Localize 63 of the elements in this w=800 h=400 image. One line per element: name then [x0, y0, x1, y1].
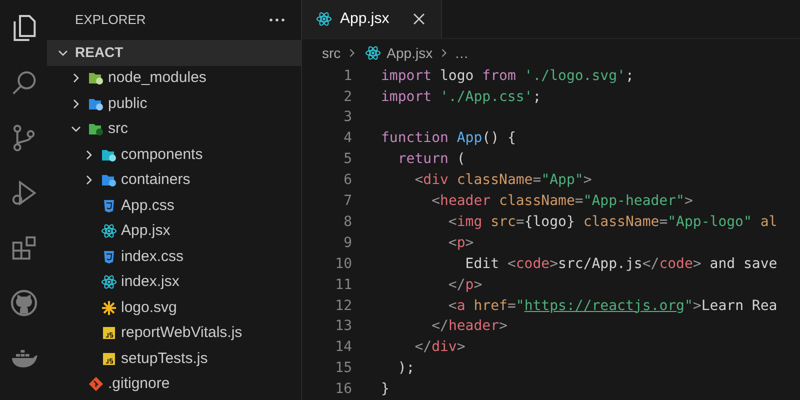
css-icon [101, 198, 117, 214]
react-icon [101, 274, 117, 290]
line-number: 1 [342, 66, 352, 86]
line-number: 12 [334, 296, 352, 316]
code-line: return ( [396, 150, 466, 170]
react-icon [364, 45, 381, 61]
line-number: 3 [342, 108, 352, 128]
code-line: <img src={logo} className="App-logo" al [447, 212, 778, 232]
tree-item[interactable]: setupTests.js [47, 346, 301, 372]
more-icon[interactable] [269, 18, 285, 22]
tree-item[interactable]: node_modules [47, 66, 301, 91]
folder-icon [88, 121, 104, 138]
code-line: ); [396, 359, 415, 378]
line-number: 8 [342, 212, 352, 232]
tree-item[interactable]: .gitignore [47, 372, 301, 397]
tree-item[interactable]: containers [47, 168, 301, 193]
editor-tab[interactable]: App.jsx [302, 0, 442, 38]
js-file-icon [101, 325, 117, 342]
folder-icon [101, 172, 117, 188]
line-number: 15 [334, 359, 352, 378]
js-file-icon [101, 350, 117, 367]
code-line: </p> [447, 276, 482, 295]
line-number: 13 [334, 317, 352, 336]
code-line: <a href="https://reactjs.org">Learn Rea [447, 296, 778, 316]
tree-item[interactable]: src [47, 116, 301, 142]
line-number: 14 [334, 338, 352, 358]
line-number: 11 [334, 276, 352, 295]
asterisk-icon [101, 300, 117, 316]
explorer-title: EXPLORER [75, 11, 146, 30]
code-line: </div> [414, 338, 466, 358]
line-number: 4 [342, 129, 352, 148]
tree-item[interactable]: App.css [47, 193, 301, 218]
breadcrumb-item[interactable]: src [322, 42, 341, 64]
line-number: 6 [342, 171, 352, 190]
code-line: function App() { [381, 129, 516, 148]
code-line: import logo from './logo.svg'; [381, 66, 634, 86]
breadcrumb-item[interactable]: App.jsx [386, 42, 433, 64]
tree-item[interactable]: public [47, 91, 301, 116]
react-icon [316, 11, 332, 28]
line-number: 9 [342, 234, 352, 253]
react-icon [101, 223, 117, 240]
tree-item[interactable]: index.css [47, 244, 301, 270]
tree-item[interactable]: logo.svg [47, 295, 301, 320]
code-line: import './App.css'; [381, 88, 542, 107]
line-number: 16 [334, 380, 352, 400]
line-number: 5 [342, 150, 352, 170]
code-line: <div className="App"> [414, 171, 592, 190]
tree-item[interactable]: App.jsx [47, 218, 301, 244]
tree-item[interactable]: reportWebVitals.js [47, 320, 301, 346]
line-number: 2 [342, 88, 352, 107]
code-line: } [381, 380, 390, 400]
css-icon [101, 248, 117, 265]
tree-item[interactable]: index.jsx [47, 270, 301, 295]
workspace-header[interactable]: REACT [47, 40, 301, 66]
breadcrumb-item[interactable]: … [454, 42, 469, 64]
code-line: Edit <code>src/App.js</code> and save [464, 254, 778, 274]
code-line: <header className="App-header"> [430, 192, 693, 212]
folder-icon [88, 70, 104, 86]
tree-item[interactable]: components [47, 142, 301, 168]
code-line: </header> [430, 317, 508, 336]
line-number: 10 [334, 254, 352, 274]
line-number: 7 [342, 192, 352, 212]
code-line: <p> [447, 234, 474, 253]
